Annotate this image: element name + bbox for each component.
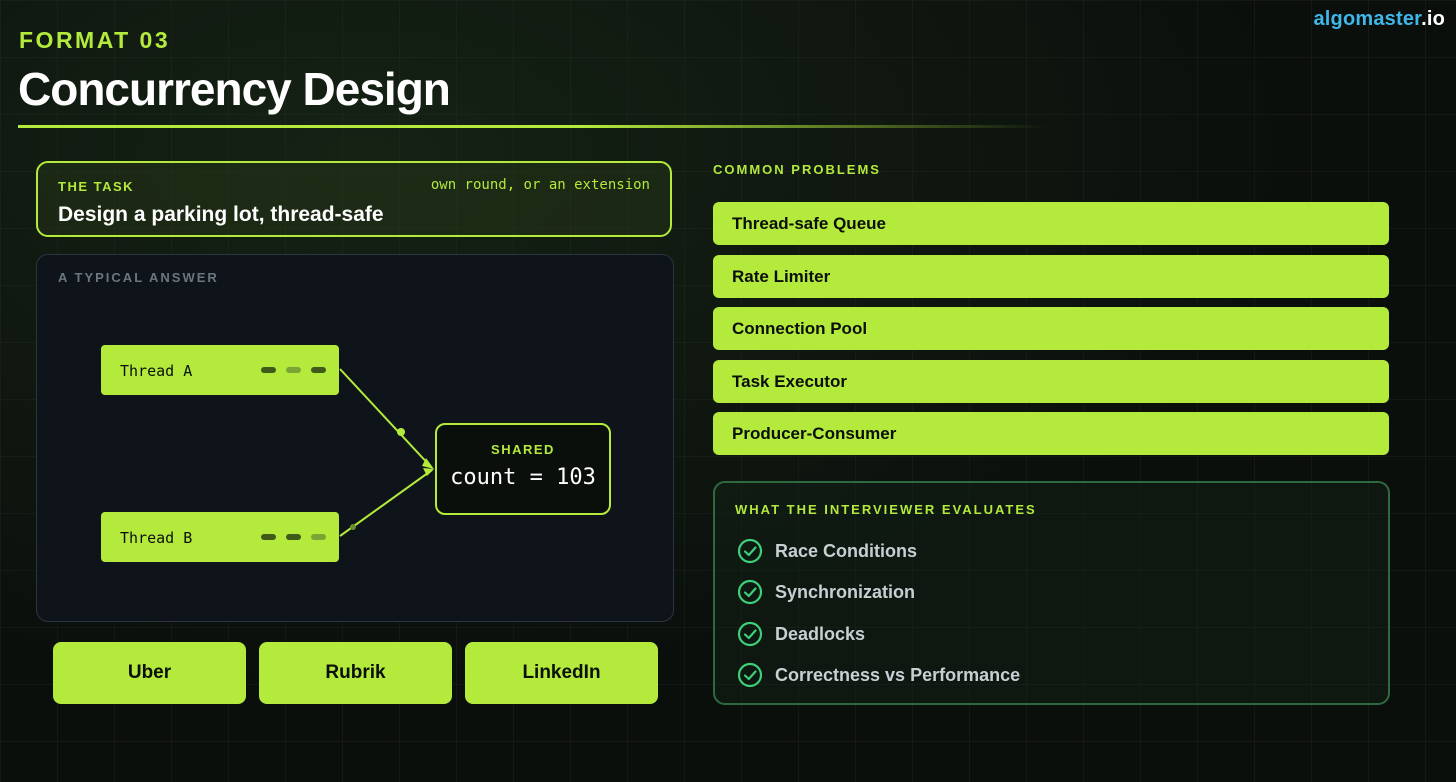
evaluation-label: WHAT THE INTERVIEWER EVALUATES (735, 502, 1037, 517)
data-packet-dot (397, 428, 405, 436)
evaluation-text: Correctness vs Performance (775, 664, 1021, 685)
arrow-thread-a-to-shared (339, 368, 433, 469)
shared-label: SHARED (491, 442, 555, 457)
problem-item: Connection Pool (713, 307, 1389, 350)
thread-name: Thread B (120, 529, 193, 547)
company-list: Uber Rubrik LinkedIn (53, 642, 658, 704)
page-title: Concurrency Design (18, 63, 451, 115)
shared-value: count = 103 (450, 465, 596, 490)
company-tag-rubrik: Rubrik (259, 642, 452, 704)
company-tag-linkedin: LinkedIn (465, 642, 658, 704)
typical-answer-panel: A TYPICAL ANSWER Thread A Thread B SHARE… (36, 254, 674, 622)
thread-b-node: Thread B (101, 512, 339, 562)
activity-dash (261, 534, 276, 540)
task-label: THE TASK (58, 179, 135, 194)
evaluation-item: Synchronization (737, 578, 915, 606)
task-title: Design a parking lot, thread-safe (58, 203, 384, 226)
check-circle-icon (737, 579, 763, 605)
problem-item: Thread-safe Queue (713, 202, 1389, 245)
evaluation-text: Race Conditions (775, 540, 918, 561)
check-circle-icon (737, 662, 763, 688)
problem-item: Rate Limiter (713, 255, 1389, 298)
brand-tld: .io (1421, 8, 1445, 30)
task-card: THE TASK own round, or an extension Desi… (36, 161, 672, 237)
format-kicker: FORMAT 03 (19, 27, 171, 53)
problem-item: Task Executor (713, 360, 1389, 403)
title-underline (18, 125, 1048, 128)
activity-indicator (261, 367, 326, 373)
evaluation-item: Correctness vs Performance (737, 661, 1020, 689)
activity-dash (311, 367, 326, 373)
activity-dash (261, 367, 276, 373)
problem-item: Producer-Consumer (713, 412, 1389, 455)
activity-dash (311, 534, 326, 540)
check-circle-icon (737, 621, 763, 647)
evaluation-panel: WHAT THE INTERVIEWER EVALUATES Race Cond… (713, 481, 1390, 705)
evaluation-text: Synchronization (775, 581, 916, 602)
task-note: own round, or an extension (430, 177, 650, 193)
evaluation-text: Deadlocks (775, 623, 866, 644)
thread-a-node: Thread A (101, 345, 339, 395)
activity-indicator (261, 534, 326, 540)
activity-dash (286, 534, 301, 540)
company-tag-uber: Uber (53, 642, 246, 704)
evaluation-item: Race Conditions (737, 537, 917, 565)
shared-state-node: SHARED count = 103 (435, 423, 611, 515)
problems-label: COMMON PROBLEMS (713, 162, 881, 177)
evaluation-item: Deadlocks (737, 620, 865, 648)
brand-name: algomaster (1313, 8, 1422, 30)
thread-name: Thread A (120, 362, 193, 380)
brand-logo: algomaster.io (1313, 8, 1445, 31)
check-circle-icon (737, 538, 763, 564)
activity-dash (286, 367, 301, 373)
data-packet-dot (350, 524, 356, 530)
